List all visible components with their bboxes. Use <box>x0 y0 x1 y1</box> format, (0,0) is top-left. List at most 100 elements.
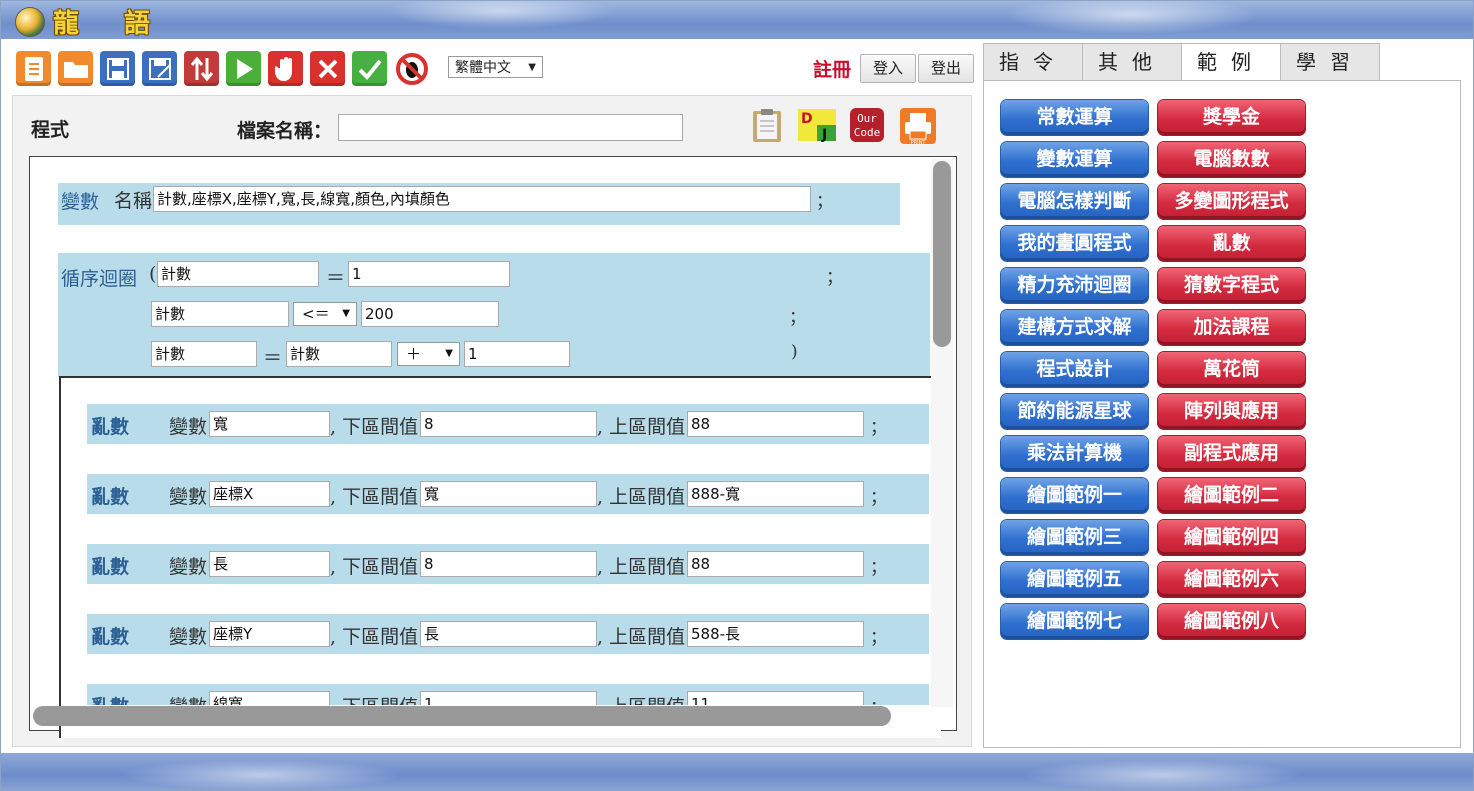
random-low-input[interactable]: 長 <box>420 621 597 647</box>
logout-button[interactable]: 登出 <box>918 54 974 83</box>
loop-cond-var-input[interactable]: 計數 <box>151 301 289 327</box>
random-keyword: 亂數 <box>91 486 130 508</box>
sort-arrows-icon[interactable] <box>184 51 219 86</box>
app-window: 龍 語 繁體中文 ▼ 註冊 登入 登出 程式 檔案名稱： DJ Our Code… <box>0 0 1474 791</box>
filename-input[interactable] <box>338 114 683 141</box>
random-high-label: , 上區間值 <box>597 692 685 705</box>
tab-learning[interactable]: 學習 <box>1280 43 1380 81</box>
open-folder-icon[interactable] <box>58 51 93 86</box>
random-var-input[interactable]: 座標X <box>209 481 330 507</box>
tab-commands[interactable]: 指令 <box>983 43 1083 81</box>
random-var-label: 變數 <box>169 556 208 578</box>
random-low-input[interactable]: 8 <box>420 551 597 577</box>
example-button[interactable]: 節約能源星球 <box>1001 394 1148 429</box>
tab-other[interactable]: 其他 <box>1082 43 1182 81</box>
var-names-input[interactable]: 計數,座標X,座標Y,寬,長,線寬,顏色,內填顏色 <box>153 186 811 212</box>
save-icon[interactable] <box>100 51 135 86</box>
loop-open-paren: ( <box>149 263 157 285</box>
print-icon[interactable]: PRINT <box>898 106 938 146</box>
loop-step-operator-select[interactable]: ＋ ▼ <box>397 342 460 366</box>
example-button[interactable]: 亂數 <box>1158 226 1305 261</box>
example-button[interactable]: 副程式應用 <box>1158 436 1305 471</box>
random-low-input[interactable]: 8 <box>420 411 597 437</box>
example-button[interactable]: 多變圖形程式 <box>1158 184 1305 219</box>
example-button[interactable]: 電腦怎樣判斷 <box>1001 184 1148 219</box>
clipboard-icon[interactable] <box>749 107 785 143</box>
register-link[interactable]: 註冊 <box>813 55 851 82</box>
example-button[interactable]: 萬花筒 <box>1158 352 1305 387</box>
random-var-label: 變數 <box>169 486 208 508</box>
run-play-icon[interactable] <box>226 51 261 86</box>
horizontal-scrollbar[interactable] <box>33 706 891 726</box>
example-button[interactable]: 乘法計算機 <box>1001 436 1148 471</box>
svg-text:Code: Code <box>854 126 881 139</box>
loop-step-value-input[interactable]: 1 <box>464 341 570 367</box>
random-high-input[interactable]: 88 <box>687 551 864 577</box>
example-button[interactable]: 電腦數數 <box>1158 142 1305 177</box>
random-semicolon: ； <box>870 693 887 705</box>
example-button[interactable]: 加法課程 <box>1158 310 1305 345</box>
loop-step-var-input[interactable]: 計數 <box>151 341 257 367</box>
dj-icon[interactable]: DJ <box>798 107 836 143</box>
loop-keyword: 循序迴圈 <box>61 268 138 290</box>
loop-step-source-input[interactable]: 計數 <box>286 341 392 367</box>
loop-init-var-input[interactable]: 計數 <box>157 261 319 287</box>
example-button[interactable]: 繪圖範例四 <box>1158 520 1305 555</box>
random-high-input[interactable]: 888-寬 <box>687 481 864 507</box>
save-as-icon[interactable] <box>142 51 177 86</box>
loop-step-equals: ＝ <box>263 347 283 369</box>
tab-bar: 指令 其他 範例 學習 <box>983 43 1461 81</box>
footer-bar <box>1 753 1473 790</box>
example-button[interactable]: 繪圖範例七 <box>1001 604 1148 639</box>
random-low-label: , 下區間值 <box>330 626 419 648</box>
example-button[interactable]: 我的畫圓程式 <box>1001 226 1148 261</box>
check-icon[interactable] <box>352 51 387 86</box>
random-var-input[interactable]: 座標Y <box>209 621 330 647</box>
example-button[interactable]: 精力充沛迴圈 <box>1001 268 1148 303</box>
example-button[interactable]: 陣列與應用 <box>1158 394 1305 429</box>
random-high-input[interactable]: 88 <box>687 411 864 437</box>
example-button[interactable]: 常數運算 <box>1001 100 1148 135</box>
random-var-input[interactable]: 寬 <box>209 411 330 437</box>
example-button[interactable]: 獎學金 <box>1158 100 1305 135</box>
example-button[interactable]: 繪圖範例二 <box>1158 478 1305 513</box>
random-row-content: 亂數 變數 線寬 , 下區間值 1 , 上區間值 11 ； <box>87 684 929 705</box>
random-row-content: 亂數 變數 座標X , 下區間值 寬 , 上區間值 888-寬 ； <box>87 474 929 514</box>
tab-examples[interactable]: 範例 <box>1181 43 1281 81</box>
random-semicolon: ； <box>870 558 887 578</box>
example-button[interactable]: 繪圖範例一 <box>1001 478 1148 513</box>
example-button[interactable]: 建構方式求解 <box>1001 310 1148 345</box>
random-semicolon: ； <box>870 418 887 438</box>
filename-label: 檔案名稱： <box>237 120 333 142</box>
example-button[interactable]: 猜數字程式 <box>1158 268 1305 303</box>
random-high-label: , 上區間值 <box>597 556 686 578</box>
random-high-input[interactable]: 588-長 <box>687 621 864 647</box>
login-button[interactable]: 登入 <box>860 54 916 83</box>
no-bug-icon[interactable] <box>394 51 429 86</box>
loop-cond-operator-select[interactable]: <＝ ▼ <box>293 302 357 326</box>
random-var-input[interactable]: 線寬 <box>209 691 330 705</box>
example-button[interactable]: 程式設計 <box>1001 352 1148 387</box>
new-document-icon[interactable] <box>16 51 51 86</box>
close-x-icon[interactable] <box>310 51 345 86</box>
language-select[interactable]: 繁體中文 ▼ <box>448 56 543 78</box>
stop-hand-icon[interactable] <box>268 51 303 86</box>
example-button[interactable]: 變數運算 <box>1001 142 1148 177</box>
random-semicolon: ； <box>870 488 887 508</box>
loop-cond-semicolon: ； <box>789 308 806 328</box>
example-button[interactable]: 繪圖範例三 <box>1001 520 1148 555</box>
example-button[interactable]: 繪圖範例六 <box>1158 562 1305 597</box>
random-row-content: 亂數 變數 座標Y , 下區間值 長 , 上區間值 588-長 ； <box>87 614 929 654</box>
chevron-down-icon: ▼ <box>445 348 453 359</box>
random-high-input[interactable]: 11 <box>687 691 864 705</box>
example-button[interactable]: 繪圖範例五 <box>1001 562 1148 597</box>
our-code-icon[interactable]: Our Code <box>849 107 885 143</box>
random-high-label: , 上區間值 <box>597 626 686 648</box>
random-low-input[interactable]: 寬 <box>420 481 597 507</box>
vertical-scrollbar[interactable] <box>933 161 951 347</box>
random-low-input[interactable]: 1 <box>420 691 597 705</box>
loop-cond-value-input[interactable]: 200 <box>361 301 499 327</box>
example-button[interactable]: 繪圖範例八 <box>1158 604 1305 639</box>
loop-init-value-input[interactable]: 1 <box>348 261 510 287</box>
random-var-input[interactable]: 長 <box>209 551 330 577</box>
